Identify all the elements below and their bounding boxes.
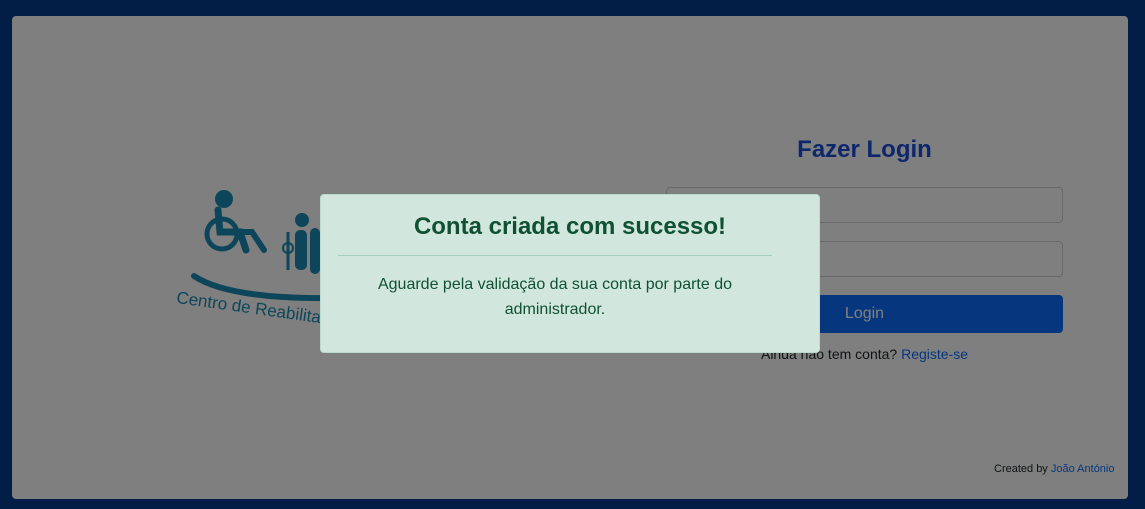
- success-modal: Conta criada com sucesso! Aguarde pela v…: [320, 194, 820, 353]
- modal-message: Aguarde pela validação da sua conta por …: [377, 276, 733, 318]
- modal-title: Conta criada com sucesso!: [413, 213, 727, 240]
- modal-divider: [338, 255, 772, 256]
